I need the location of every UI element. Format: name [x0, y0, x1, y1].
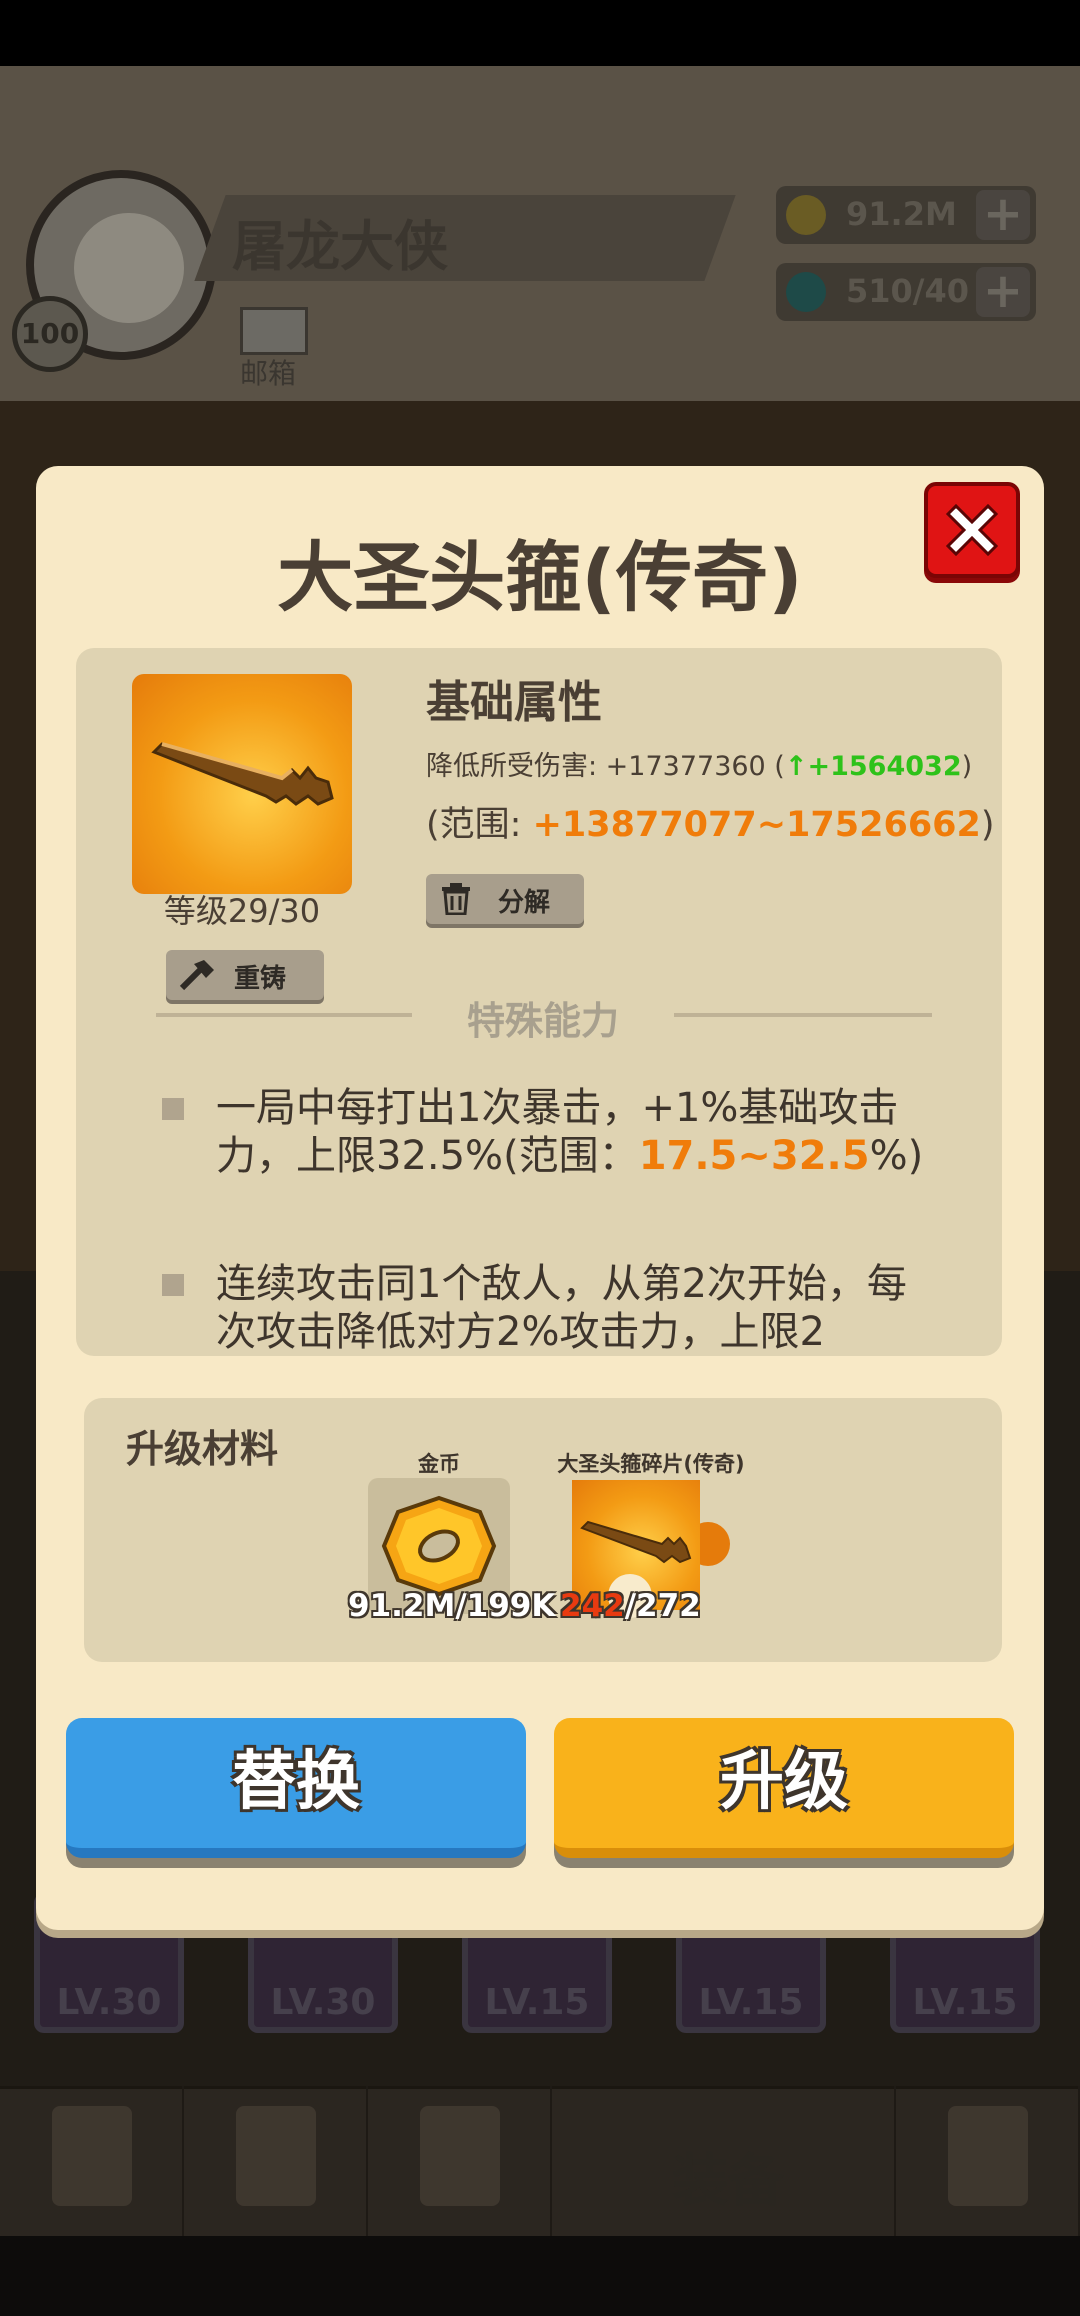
equipment-level: LV.15	[912, 1982, 1018, 2023]
fragment-material-count: 242/272	[560, 1588, 701, 1624]
ability-suffix: %)	[869, 1133, 924, 1179]
mail-icon[interactable]	[240, 307, 308, 355]
equipment-level: LV.15	[698, 1982, 804, 2023]
tab-equipment-label: 装备	[672, 2149, 784, 2214]
item-level: 等级29/30	[163, 892, 321, 930]
coin-material-label: 金币	[418, 1452, 460, 1476]
equipment-level: LV.15	[484, 1982, 590, 2023]
dismantle-label: 分解	[498, 888, 551, 918]
damage-reduction-stat: 降低所受伤害: +17377360 (↑+1564032)	[426, 744, 972, 783]
gold-coin-icon	[381, 1495, 497, 1597]
equipment-level: LV.30	[56, 1982, 162, 2023]
range-suffix: )	[980, 805, 995, 845]
player-name: 屠龙大侠	[232, 215, 448, 278]
tab-shop[interactable]	[896, 2086, 1080, 2236]
coin-amount: 91.2M	[846, 195, 957, 233]
ability-text: 连续攻击同1个敌人，从第2次开始，每次攻击降低对方2%攻击力，上限2	[216, 1261, 907, 1355]
add-coins-button[interactable]: +	[976, 190, 1030, 240]
gem-counter: 510/40 +	[776, 263, 1036, 321]
upgrade-materials-panel: 升级材料 金币 91.2M/199K 大圣头箍碎片(传奇) 242/272	[84, 1398, 1002, 1662]
fragment-need: /272	[624, 1588, 701, 1624]
mail-label: 邮箱	[240, 357, 297, 390]
crossed-swords-icon	[420, 2106, 500, 2206]
fragment-material-label: 大圣头箍碎片(传奇)	[557, 1452, 745, 1476]
status-bar	[0, 0, 1080, 66]
close-button[interactable]	[924, 482, 1020, 578]
recast-button[interactable]: 重铸	[166, 950, 324, 1000]
coin-counter: 91.2M +	[776, 186, 1036, 244]
headband-icon	[151, 742, 334, 806]
stat-prefix: 降低所受伤害: +17377360 (	[426, 751, 785, 782]
divider	[156, 1013, 412, 1017]
stat-increase: ↑+1564032	[784, 751, 962, 782]
close-icon	[945, 503, 999, 557]
replace-button[interactable]: 替换	[66, 1718, 526, 1858]
hammer-icon	[179, 960, 214, 991]
range-value: +13877077~17526662	[532, 805, 981, 845]
stat-suffix: )	[961, 751, 973, 782]
range-prefix: (范围:	[426, 805, 533, 845]
upgrade-button[interactable]: 升级	[554, 1718, 1014, 1858]
tab-tasks[interactable]	[0, 2086, 184, 2236]
avatar-face-icon	[74, 213, 184, 323]
ability-text: 一局中每打出1次暴击，+1%基础攻击力，上限32.5%(范围：17.5~32.5…	[216, 1084, 936, 1180]
ability-range: 17.5~32.5	[638, 1133, 870, 1179]
book-icon	[236, 2106, 316, 2206]
shop-icon	[948, 2106, 1028, 2206]
coin-material-count: 91.2M/199K	[348, 1588, 556, 1624]
fragment-have: 242	[560, 1588, 625, 1624]
stat-range: (范围: +13877077~17526662)	[426, 796, 995, 847]
item-detail-dialog: 大圣头箍(传奇) 等级29/30 重铸 基础属性 降低所受伤害: +173773…	[36, 466, 1044, 1930]
attribute-panel: 等级29/30 重铸 基础属性 降低所受伤害: +17377360 (↑+156…	[76, 648, 1002, 1356]
materials-title: 升级材料	[126, 1427, 279, 1471]
coin-icon	[786, 195, 826, 235]
equipment-level: LV.30	[270, 1982, 376, 2023]
item-image	[132, 674, 352, 894]
trash-icon	[442, 883, 470, 915]
divider	[674, 1013, 932, 1017]
dismantle-button[interactable]: 分解	[426, 874, 584, 924]
special-abilities-title: 特殊能力	[466, 999, 619, 1043]
tab-battle[interactable]	[368, 2086, 552, 2236]
scroll-icon	[52, 2106, 132, 2206]
gem-icon	[786, 272, 826, 312]
bullet-icon	[162, 1274, 184, 1296]
tab-training[interactable]	[184, 2086, 368, 2236]
bullet-icon	[162, 1098, 184, 1120]
base-attributes-title: 基础属性	[426, 677, 602, 728]
player-level-badge: 100	[12, 296, 88, 372]
add-gems-button[interactable]: +	[976, 267, 1030, 317]
system-nav-bar	[0, 2236, 1080, 2316]
gem-amount: 510/40	[846, 272, 970, 310]
item-title: 大圣头箍(传奇)	[277, 533, 803, 622]
recast-label: 重铸	[234, 964, 287, 994]
